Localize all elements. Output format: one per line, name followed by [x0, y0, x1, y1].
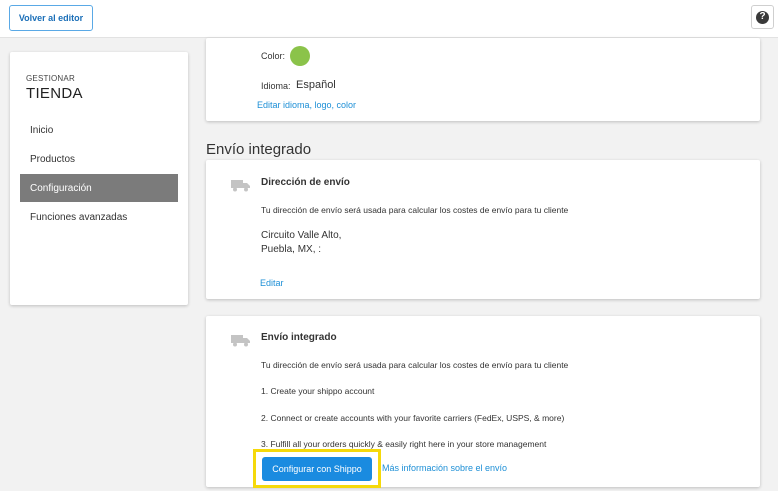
- step-1: 1. Create your shippo account: [261, 386, 375, 396]
- color-label: Color:: [261, 51, 286, 61]
- integrated-shipping-title: Envío integrado: [261, 332, 337, 343]
- sidebar-item-configuracion[interactable]: Configuración: [20, 174, 178, 202]
- truck-icon: [231, 180, 250, 192]
- sidebar-title: TIENDA: [26, 85, 83, 102]
- address-line-2: Puebla, MX, :: [261, 244, 322, 255]
- store-settings-card: Color: Idioma: Español Editar idioma, lo…: [206, 38, 760, 121]
- truck-icon: [231, 335, 250, 347]
- section-title: Envío integrado: [206, 141, 312, 158]
- back-to-editor-button[interactable]: Volver al editor: [9, 5, 93, 31]
- shipping-address-title: Dirección de envío: [261, 177, 350, 188]
- language-value: Español: [296, 79, 336, 91]
- store-sidebar: GESTIONAR TIENDA Inicio Productos Config…: [10, 52, 188, 305]
- step-3: 3. Fulfill all your orders quickly & eas…: [261, 439, 547, 449]
- edit-address-link[interactable]: Editar: [260, 278, 284, 288]
- more-shipping-info-link[interactable]: Más información sobre el envío: [382, 463, 507, 473]
- address-line-1: Circuito Valle Alto,: [261, 230, 342, 241]
- shipping-address-card: Dirección de envío Tu dirección de envío…: [206, 160, 760, 299]
- sidebar-item-inicio[interactable]: Inicio: [20, 116, 178, 144]
- configure-shippo-button[interactable]: Configurar con Shippo: [262, 457, 372, 481]
- top-bar: Volver al editor ?: [0, 0, 778, 38]
- shipping-address-description: Tu dirección de envío será usada para ca…: [261, 205, 569, 215]
- sidebar-subtitle: GESTIONAR: [26, 74, 75, 83]
- sidebar-item-productos[interactable]: Productos: [20, 145, 178, 173]
- help-button[interactable]: ?: [751, 5, 774, 29]
- integrated-shipping-description: Tu dirección de envío será usada para ca…: [261, 360, 569, 370]
- language-label: Idioma:: [261, 81, 291, 91]
- edit-language-logo-color-link[interactable]: Editar idioma, logo, color: [257, 100, 356, 110]
- sidebar-item-funciones-avanzadas[interactable]: Funciones avanzadas: [20, 203, 178, 231]
- step-2: 2. Connect or create accounts with your …: [261, 413, 565, 423]
- color-swatch[interactable]: [290, 46, 310, 66]
- question-circle-icon: ?: [756, 10, 769, 24]
